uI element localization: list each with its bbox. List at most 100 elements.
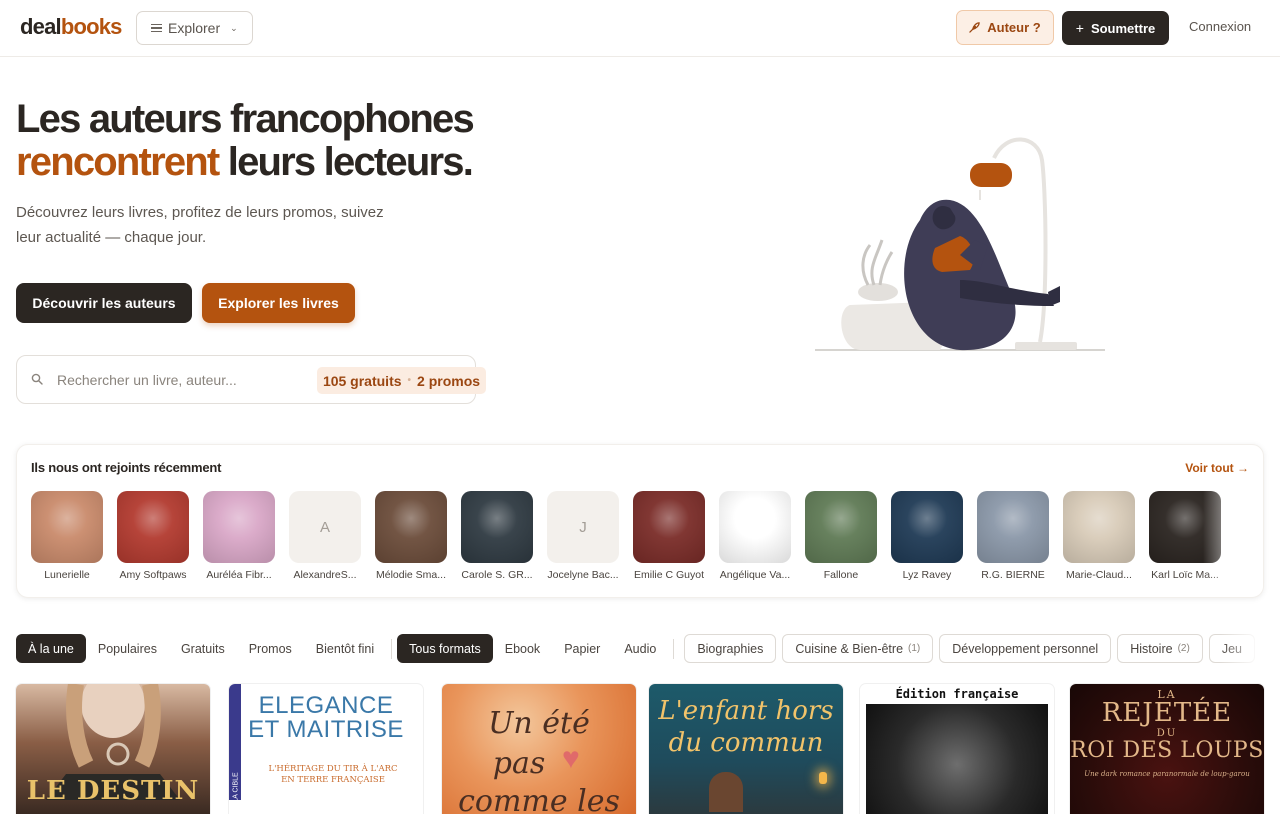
format-filter-chip[interactable]: Papier xyxy=(552,634,612,663)
format-filter-chip-label: Papier xyxy=(564,641,601,656)
recent-authors-panel: Ils nous ont rejoints récemment Voir tou… xyxy=(16,444,1264,598)
book-card[interactable]: Un été pas ♥ comme les xyxy=(442,684,636,814)
author-item[interactable]: J Jocelyne Bac... xyxy=(547,491,619,587)
format-filter-chip-label: Ebook xyxy=(504,641,541,656)
free-promo-counter[interactable]: 105 gratuits • 2 promos xyxy=(317,367,486,394)
sort-filter-chip-label: Gratuits xyxy=(180,641,225,656)
book-cover-subtitle: Une dark romance paranormale de loup-gar… xyxy=(1084,770,1250,778)
promo-count: 2 promos xyxy=(417,372,481,389)
book-card[interactable]: LA CIBLE ELEGANCE ET MAITRISE L'HÉRITAGE… xyxy=(229,684,423,814)
author-item[interactable]: Mélodie Sma... xyxy=(375,491,447,587)
book-edition-banner: Édition française xyxy=(895,687,1019,701)
author-name: Auréléa Fibr... xyxy=(206,569,272,581)
author-avatar xyxy=(633,491,705,563)
book-card[interactable]: Édition française xyxy=(860,684,1054,814)
book-cover-title: L'enfant hors xyxy=(658,696,834,726)
filter-separator xyxy=(391,638,393,659)
author-name: Lunerielle xyxy=(44,569,90,581)
author-name: AlexandreS... xyxy=(293,569,357,581)
author-item[interactable]: Fallone xyxy=(805,491,877,587)
sort-filter-chip[interactable]: Promos xyxy=(237,634,304,663)
see-all-authors-link[interactable]: Voir tout → xyxy=(1185,461,1249,475)
genre-filter-chip[interactable]: Développement personnel xyxy=(939,634,1112,663)
filter-fade xyxy=(1220,634,1280,663)
filter-separator xyxy=(673,638,675,659)
author-item[interactable]: Auréléa Fibr... xyxy=(203,491,275,587)
genre-count: (2) xyxy=(1177,643,1190,654)
author-name: R.G. BIERNE xyxy=(981,569,1045,581)
format-filter-chip-label: Tous formats xyxy=(409,641,481,656)
book-card[interactable]: LA REJETÉE DU ROI DES LOUPS Une dark rom… xyxy=(1070,684,1264,814)
login-link[interactable]: Connexion xyxy=(1189,19,1251,34)
filter-bar: À la une Populaires Gratuits Promos Bientôt … xyxy=(16,634,1264,663)
book-cover-subtitle: L'HÉRITAGE DU TIR À L'ARC EN TERRE FRANÇ… xyxy=(268,764,398,785)
top-navigation-bar: dealbooks Explorer ⌄ Auteur ? + Soumettr… xyxy=(0,0,1280,57)
plus-icon: + xyxy=(1075,20,1084,36)
genre-filter-chip[interactable]: Biographies xyxy=(684,634,777,663)
genre-filter-chip-label: Histoire xyxy=(1130,641,1173,656)
genre-filter-chip-label: Biographies xyxy=(697,641,764,656)
sort-filter-chip[interactable]: Gratuits xyxy=(169,634,237,663)
sort-filter-chip-label: Promos xyxy=(248,641,292,656)
sort-filter-chip-label: À la une xyxy=(28,641,74,656)
menu-icon xyxy=(151,23,162,33)
format-filter-chip[interactable]: Ebook xyxy=(493,634,552,663)
author-item[interactable]: R.G. BIERNE xyxy=(977,491,1049,587)
author-item[interactable]: Lyz Ravey xyxy=(891,491,963,587)
reading-woman-illustration xyxy=(815,137,1105,351)
hero-title-accent: rencontrent xyxy=(16,140,220,184)
author-item[interactable]: Emilie C Guyot xyxy=(633,491,705,587)
explore-menu-button[interactable]: Explorer ⌄ xyxy=(136,11,253,45)
genre-filter-chip[interactable]: Histoire (2) xyxy=(1117,634,1203,663)
chevron-down-icon: ⌄ xyxy=(230,22,238,33)
submit-button[interactable]: + Soumettre xyxy=(1062,11,1169,45)
author-item[interactable]: Lunerielle xyxy=(31,491,103,587)
author-avatar xyxy=(977,491,1049,563)
author-item[interactable]: Marie-Claud... xyxy=(1063,491,1135,587)
author-avatar xyxy=(805,491,877,563)
book-cover-title-line2: du commun xyxy=(668,728,824,758)
logo-text-deal: deal xyxy=(20,14,62,39)
sort-filter-chip[interactable]: Populaires xyxy=(86,634,169,663)
author-avatar xyxy=(203,491,275,563)
author-item[interactable]: A AlexandreS... xyxy=(289,491,361,587)
sort-filter-chip[interactable]: Bientôt fini xyxy=(304,634,386,663)
author-item[interactable]: Amy Softpaws xyxy=(117,491,189,587)
author-avatar xyxy=(375,491,447,563)
author-button[interactable]: Auteur ? xyxy=(956,10,1054,45)
submit-button-label: Soumettre xyxy=(1090,20,1156,36)
author-name: Lyz Ravey xyxy=(902,569,952,581)
heart-icon: ♥ xyxy=(562,742,580,775)
book-cover-title: Un été xyxy=(488,706,590,741)
author-avatar xyxy=(891,491,963,563)
book-card[interactable]: LE DESTIN xyxy=(16,684,210,814)
search-input[interactable] xyxy=(57,366,297,394)
recent-authors-title: Ils nous ont rejoints récemment xyxy=(31,460,222,475)
book-grid: LE DESTIN LA CIBLE ELEGANCE ET MAITRISE … xyxy=(16,684,1264,814)
book-cover-title-line2: ROI DES LOUPS xyxy=(1070,738,1264,763)
hero-subtitle: Découvrez leurs livres, profitez de leur… xyxy=(16,204,384,246)
separator-dot: • xyxy=(407,375,412,386)
book-card[interactable]: L'enfant hors du commun xyxy=(649,684,843,814)
dealbooks-logo[interactable]: dealbooks xyxy=(20,14,122,40)
search-bar: 105 gratuits • 2 promos xyxy=(16,355,486,404)
book-cover-title: LE DESTIN xyxy=(26,776,200,806)
explore-label: Explorer xyxy=(168,20,221,36)
discover-authors-button[interactable]: Découvrir les auteurs xyxy=(16,283,192,323)
explore-books-button[interactable]: Explorer les livres xyxy=(202,283,355,323)
format-filter-chip[interactable]: Audio xyxy=(612,634,668,663)
author-item[interactable]: Angélique Va... xyxy=(719,491,791,587)
author-carousel: Lunerielle Amy Softpaws Auréléa Fibr... A Al… xyxy=(31,491,1221,587)
author-button-label: Auteur ? xyxy=(987,20,1041,35)
genre-filter-chip[interactable]: Cuisine & Bien-être (1) xyxy=(782,634,934,663)
author-avatar xyxy=(719,491,791,563)
author-item[interactable]: Carole S. GR... xyxy=(461,491,533,587)
author-avatar xyxy=(461,491,533,563)
genre-count: (1) xyxy=(908,643,921,654)
hero-title-line1: Les auteurs francophones xyxy=(16,97,475,141)
sort-filter-chip[interactable]: À la une xyxy=(16,634,86,663)
genre-filter-chip-label: Développement personnel xyxy=(952,641,1099,656)
book-cover-title-line2: pas xyxy=(492,746,546,781)
author-name: Jocelyne Bac... xyxy=(547,569,619,581)
format-filter-chip[interactable]: Tous formats xyxy=(397,634,493,663)
